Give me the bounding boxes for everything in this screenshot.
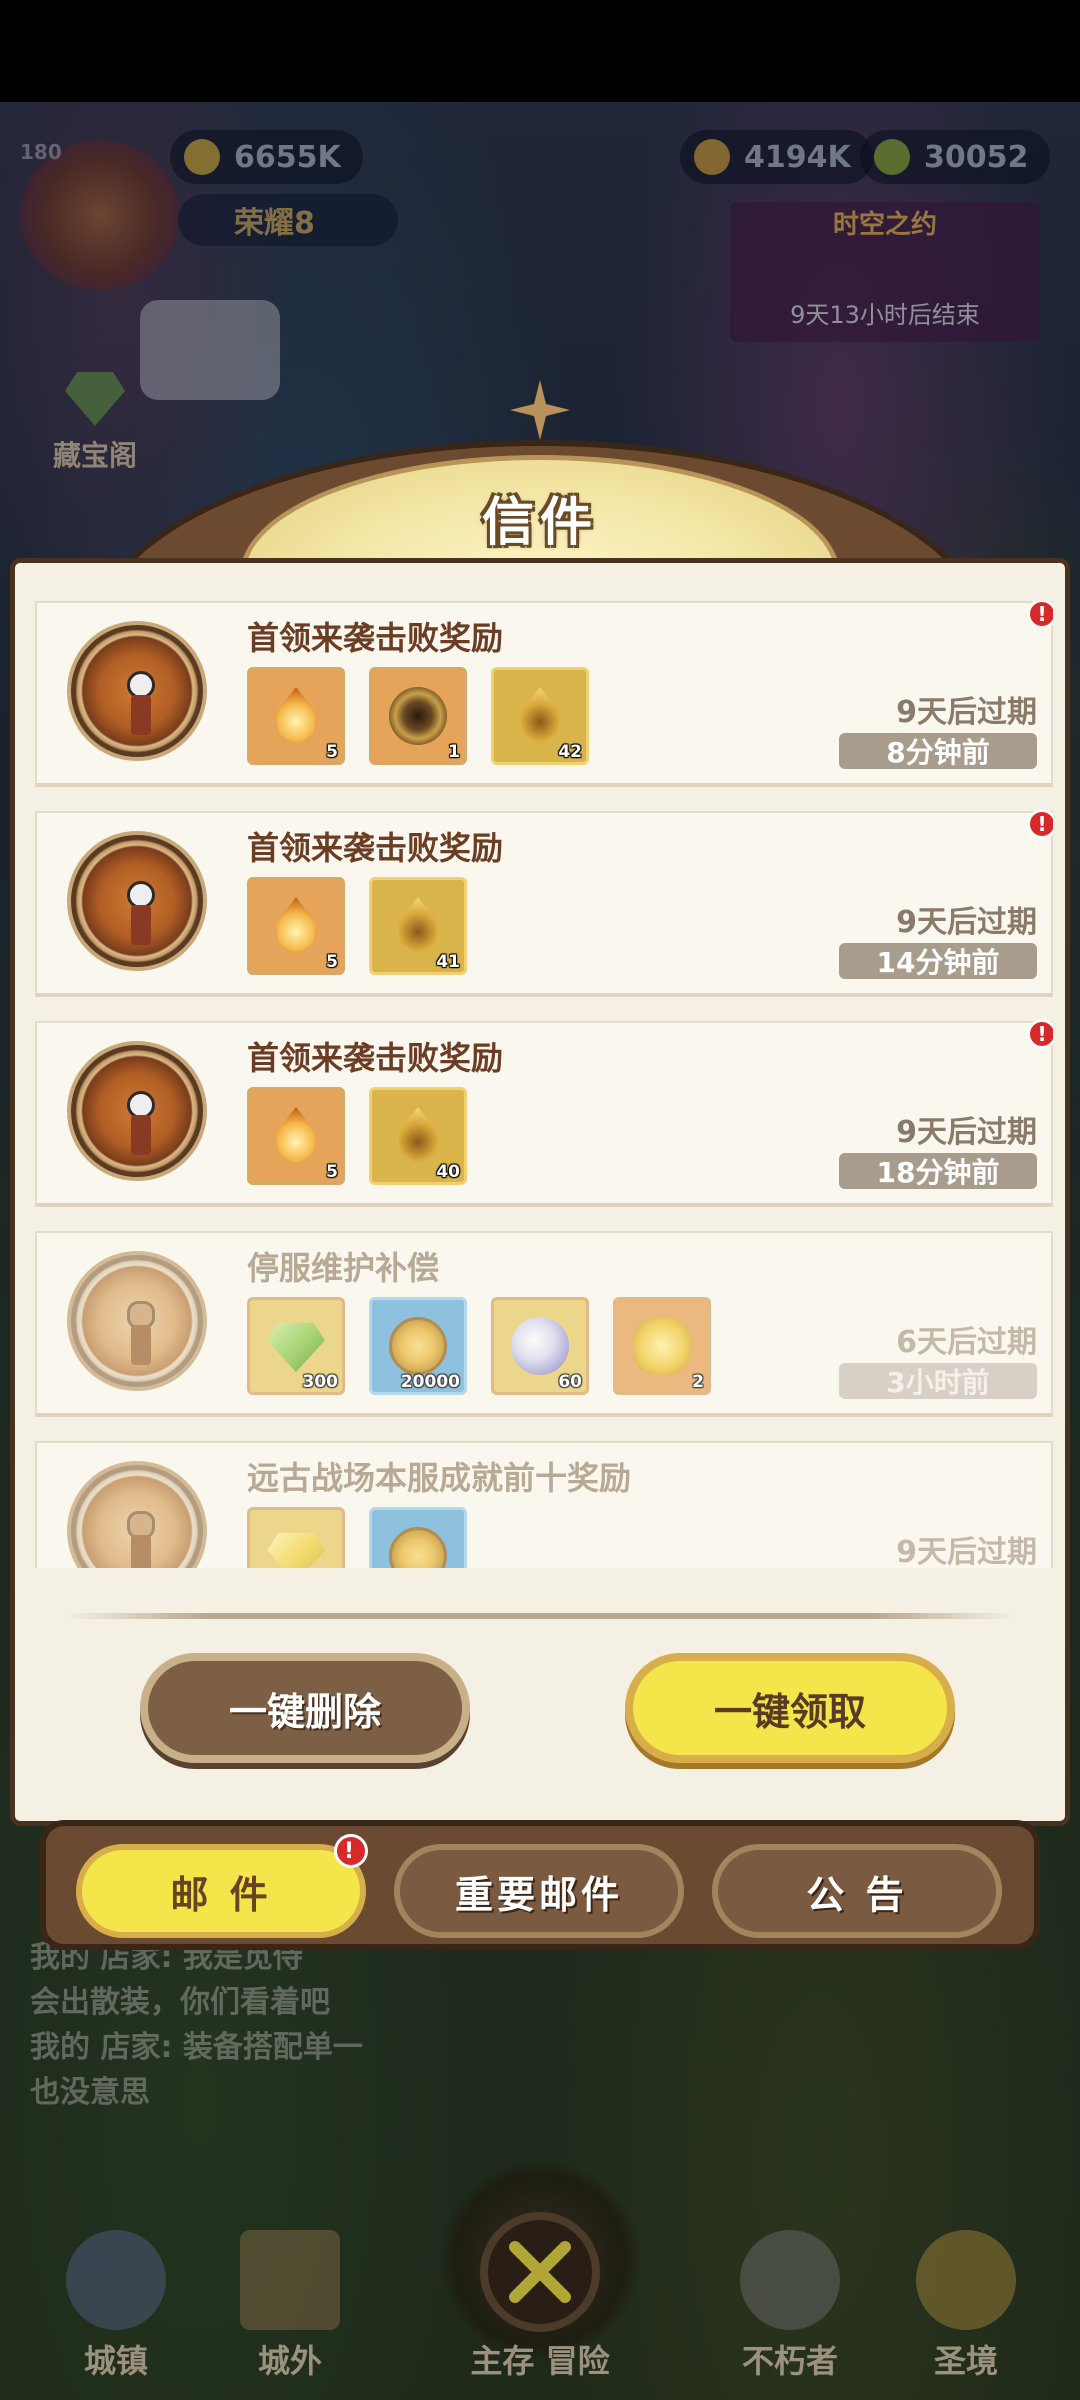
mail-item[interactable]: 首领来袭击败奖励 5 1 42 9天后过期 8分钟前 ! [35, 601, 1053, 787]
green-gem-icon [267, 1322, 325, 1373]
claim-all-button[interactable]: 一键领取 [625, 1653, 955, 1763]
reward-count: 5 [326, 952, 338, 972]
tab-important-label: 重要邮件 [454, 1872, 623, 1917]
reward-item[interactable]: 5 [247, 877, 345, 975]
reward-count: 300 [302, 1372, 339, 1392]
unread-alert-icon: ! [1027, 1019, 1053, 1049]
unread-alert-icon: ! [1027, 809, 1053, 839]
reward-item[interactable]: 5 [247, 667, 345, 765]
mail-list[interactable]: 首领来袭击败奖励 5 1 42 9天后过期 8分钟前 ! 首领来袭击败奖励 5 … [35, 601, 1053, 1568]
reward-count: 20000 [400, 1372, 460, 1392]
mail-title: 首领来袭击败奖励 [247, 829, 504, 867]
reward-count: 42 [558, 742, 582, 762]
reward-item[interactable]: 20000 [369, 1297, 467, 1395]
mail-dialog: 首领来袭击败奖励 5 1 42 9天后过期 8分钟前 ! 首领来袭击败奖励 5 … [10, 558, 1070, 1826]
reward-item[interactable]: 300 [247, 1297, 345, 1395]
reward-count: 1 [448, 742, 460, 762]
tab-important-mail[interactable]: 重要邮件 [394, 1844, 684, 1938]
mail-title: 远古战场本服成就前十奖励 [247, 1459, 632, 1497]
reward-count: 2 [692, 1372, 704, 1392]
divider [65, 1613, 1015, 1619]
reward-count: 40 [436, 1162, 460, 1182]
orange-flame-icon [275, 897, 317, 955]
reward-count: 5 [326, 742, 338, 762]
dialog-header: 信件 [90, 380, 990, 700]
reward-item[interactable]: 42 [491, 667, 589, 765]
tab-mail-label: 邮 件 [170, 1872, 272, 1917]
received-time: 14分钟前 [839, 943, 1037, 979]
expire-text: 9天后过期 [896, 905, 1037, 940]
orange-flame-icon [275, 1107, 317, 1165]
yellow-gem-icon [267, 1532, 325, 1568]
reward-item[interactable]: 60 [491, 1297, 589, 1395]
tab-mail[interactable]: 邮 件 ! [76, 1834, 368, 1938]
compass-star-icon [510, 380, 570, 440]
received-time: 3小时前 [839, 1363, 1037, 1399]
received-time: 18分钟前 [839, 1153, 1037, 1189]
unread-alert-icon: ! [1027, 601, 1053, 629]
delete-all-button[interactable]: 一键删除 [140, 1653, 470, 1763]
reward-list: 300 20000 60 2 [247, 1297, 711, 1395]
mail-title: 停服维护补偿 [247, 1249, 440, 1287]
skull-envelope-icon [67, 1041, 207, 1181]
letter-envelope-icon [67, 1251, 207, 1391]
tab-alert-icon: ! [334, 1834, 368, 1868]
letter-envelope-icon [67, 1461, 207, 1568]
reward-list [247, 1507, 467, 1568]
gold-coin-icon [389, 1527, 447, 1568]
expire-text: 9天后过期 [896, 1115, 1037, 1150]
tab-announcement-label: 公 告 [806, 1872, 908, 1917]
reward-item[interactable]: 5 [247, 1087, 345, 1185]
gold-drop-icon [397, 1107, 439, 1165]
gold-drop-icon [519, 687, 561, 745]
bronze-coin-wheel-icon [389, 687, 447, 745]
gold-drop-icon [397, 897, 439, 955]
received-time: 8分钟前 [839, 733, 1037, 769]
orange-flame-icon [275, 687, 317, 745]
tab-announcement[interactable]: 公 告 [712, 1844, 1002, 1938]
reward-item[interactable]: 2 [613, 1297, 711, 1395]
reward-list: 5 41 [247, 877, 467, 975]
reward-item[interactable]: 40 [369, 1087, 467, 1185]
fruit-icon [633, 1317, 691, 1375]
reward-count: 41 [436, 952, 460, 972]
reward-count: 5 [326, 1162, 338, 1182]
dialog-title: 信件 [481, 493, 598, 553]
reward-item[interactable] [247, 1507, 345, 1568]
mail-item[interactable]: 首领来袭击败奖励 5 41 9天后过期 14分钟前 ! [35, 809, 1053, 997]
mail-item[interactable]: 远古战场本服成就前十奖励 9天后过期 [35, 1441, 1053, 1568]
skull-envelope-icon [67, 621, 207, 761]
mail-item[interactable]: 首领来袭击败奖励 5 40 9天后过期 18分钟前 ! [35, 1019, 1053, 1207]
skull-envelope-icon [67, 831, 207, 971]
status-bar [0, 0, 1080, 102]
reward-item[interactable]: 41 [369, 877, 467, 975]
reward-item[interactable]: 1 [369, 667, 467, 765]
gold-coin-icon [389, 1317, 447, 1375]
mail-title: 首领来袭击败奖励 [247, 1039, 504, 1077]
expire-text: 9天后过期 [896, 1535, 1037, 1568]
mail-item[interactable]: 停服维护补偿 300 20000 60 2 6天后过期 3小时前 [35, 1231, 1053, 1417]
reward-list: 5 1 42 [247, 667, 589, 765]
mail-tab-bar: 邮 件 ! 重要邮件 公 告 [40, 1820, 1040, 1950]
reward-count: 60 [558, 1372, 582, 1392]
reward-item[interactable] [369, 1507, 467, 1568]
crystal-orb-icon [511, 1317, 569, 1375]
expire-text: 9天后过期 [896, 695, 1037, 730]
expire-text: 6天后过期 [896, 1325, 1037, 1360]
reward-list: 5 40 [247, 1087, 467, 1185]
mail-title: 首领来袭击败奖励 [247, 619, 504, 657]
